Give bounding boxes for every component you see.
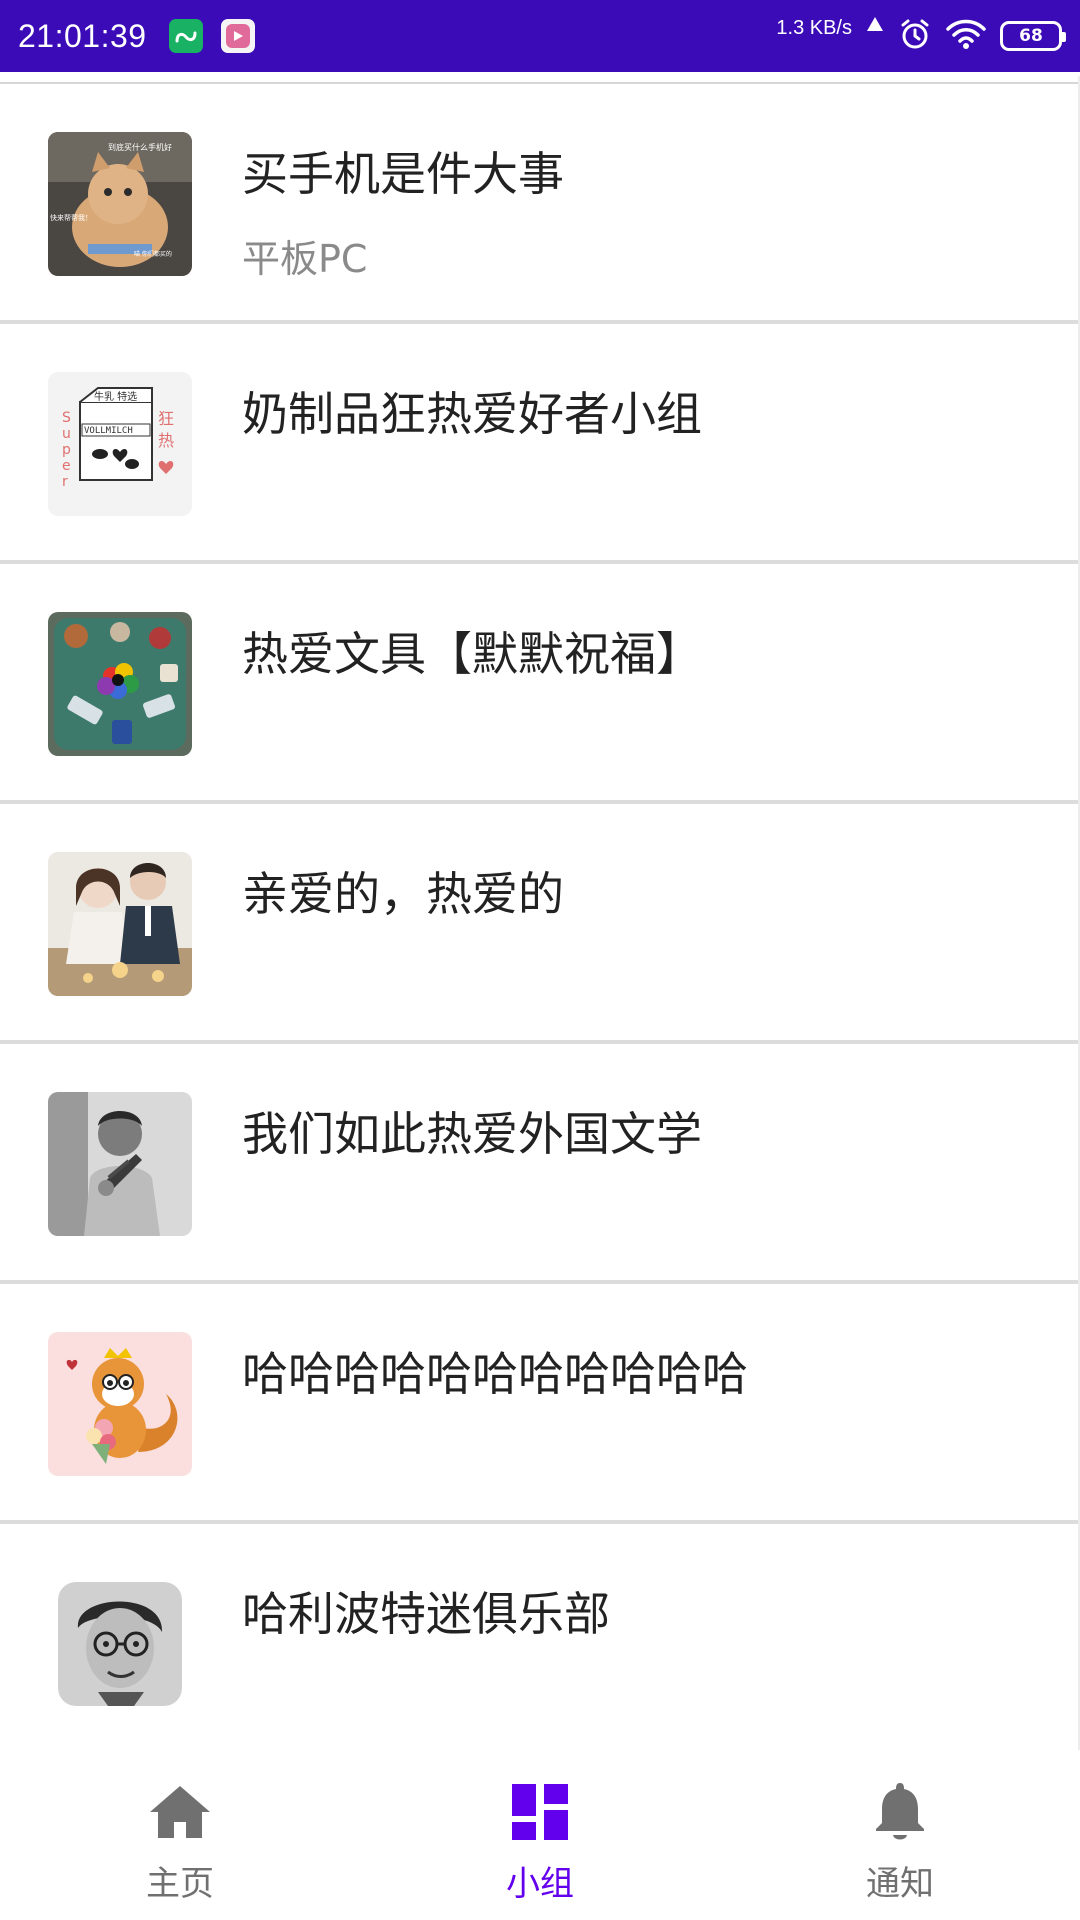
group-item-stationery[interactable]: 热爱文具【默默祝福】 <box>0 564 1078 804</box>
nav-item-home[interactable]: 主页 <box>0 1750 360 1920</box>
group-name: 哈哈哈哈哈哈哈哈哈哈哈 <box>242 1347 748 1401</box>
svg-text:VOLLMILCH: VOLLMILCH <box>84 426 133 436</box>
group-item-buy-phone[interactable]: 到底买什么手机好 快来帮帮我！ 喵 你们都买的 买手机是件大事 平板PC <box>0 84 1078 324</box>
group-name: 我们如此热爱外国文学 <box>242 1107 702 1161</box>
alarm-icon <box>898 17 932 55</box>
svg-text:到底买什么手机好: 到底买什么手机好 <box>108 142 172 152</box>
svg-text:热: 热 <box>158 431 174 450</box>
svg-text:u: u <box>62 426 71 442</box>
group-item-dairy[interactable]: 牛乳 特选 VOLLMILCH S u p e r 狂 热 奶制品狂热爱好者小组 <box>0 324 1078 564</box>
svg-text:牛乳 特选: 牛乳 特选 <box>94 390 137 403</box>
svg-text:p: p <box>62 442 71 458</box>
group-item-drama[interactable]: 亲爱的，热爱的 <box>0 804 1078 1044</box>
group-item-haha[interactable]: 哈哈哈哈哈哈哈哈哈哈哈 <box>0 1284 1078 1524</box>
group-thumbnail: 到底买什么手机好 快来帮帮我！ 喵 你们都买的 <box>48 132 192 276</box>
group-thumbnail: 牛乳 特选 VOLLMILCH S u p e r 狂 热 <box>48 372 192 516</box>
svg-text:r: r <box>62 474 68 490</box>
group-item-literature[interactable]: 我们如此热爱外国文学 <box>0 1044 1078 1284</box>
svg-text:S: S <box>62 410 71 426</box>
list-divider <box>0 76 1078 84</box>
upload-arrow-icon <box>866 16 884 36</box>
bottom-navigation: 主页 小组 通知 <box>0 1750 1080 1920</box>
status-time: 21:01:39 <box>18 17 147 54</box>
group-name: 哈利波特迷俱乐部 <box>242 1587 610 1641</box>
svg-text:e: e <box>62 458 71 474</box>
group-thumbnail <box>48 852 192 996</box>
group-item-harry-potter[interactable]: 哈利波特迷俱乐部 <box>0 1524 1078 1750</box>
nav-item-notifications[interactable]: 通知 <box>720 1750 1080 1920</box>
group-name: 买手机是件大事 <box>242 147 564 201</box>
app-notification-icon <box>168 19 203 53</box>
group-name: 奶制品狂热爱好者小组 <box>242 387 702 441</box>
nav-label-notifications: 通知 <box>866 1864 934 1904</box>
battery-indicator: 68 <box>1000 21 1066 51</box>
group-name: 亲爱的，热爱的 <box>242 867 564 921</box>
group-thumbnail <box>48 1332 192 1476</box>
group-thumbnail <box>48 1572 192 1716</box>
wifi-icon <box>946 18 986 54</box>
group-thumbnail <box>48 612 192 756</box>
bell-icon <box>868 1780 932 1844</box>
home-icon <box>148 1780 212 1844</box>
svg-text:狂: 狂 <box>158 409 174 428</box>
network-speed: 1.3 KB/s <box>776 16 852 39</box>
nav-label-groups: 小组 <box>506 1864 574 1904</box>
svg-text:喵 你们都买的: 喵 你们都买的 <box>134 250 172 258</box>
svg-text:快来帮帮我！: 快来帮帮我！ <box>50 213 92 222</box>
nav-label-home: 主页 <box>146 1864 214 1904</box>
group-name: 热爱文具【默默祝福】 <box>242 627 702 681</box>
group-thumbnail <box>48 1092 192 1236</box>
message-notification-icon <box>220 19 255 53</box>
status-bar: 21:01:39 1.3 KB/s 68 <box>0 0 1080 72</box>
group-list[interactable]: 到底买什么手机好 快来帮帮我！ 喵 你们都买的 买手机是件大事 平板PC 牛乳 … <box>0 76 1080 1750</box>
group-category: 平板PC <box>242 237 368 281</box>
nav-item-groups[interactable]: 小组 <box>360 1750 720 1920</box>
dashboard-icon <box>508 1780 572 1844</box>
